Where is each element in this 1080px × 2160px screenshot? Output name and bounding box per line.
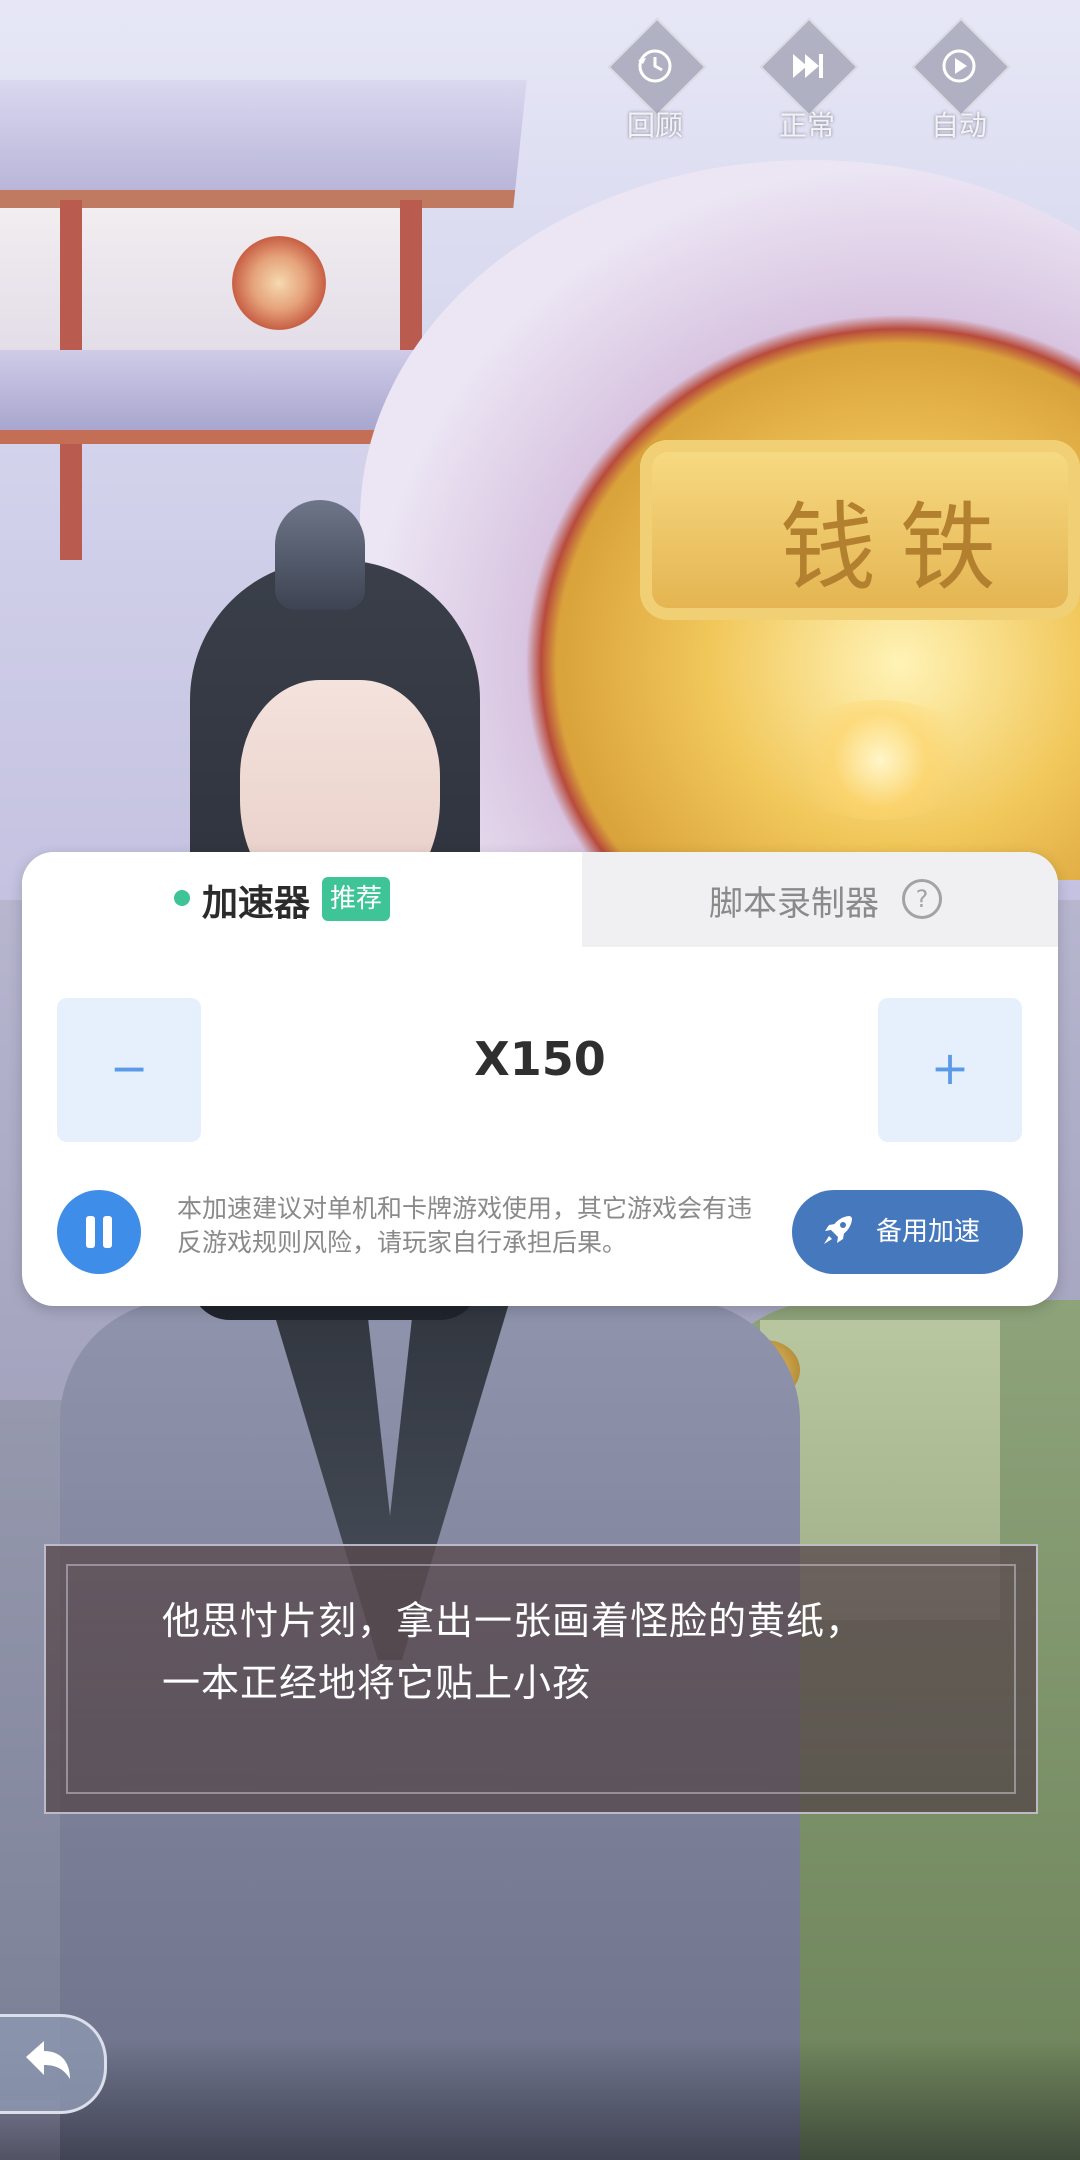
- coin-ornament: [232, 236, 326, 330]
- dialogue-line-2: 一本正经地将它贴上小孩: [162, 1661, 592, 1705]
- backup-accelerate-label: 备用加速: [876, 1217, 981, 1247]
- back-arrow-icon: [18, 2033, 78, 2093]
- recommend-badge: 推荐: [322, 877, 391, 921]
- auto-label: 自动: [930, 109, 987, 142]
- active-dot-icon: [174, 890, 190, 906]
- tab-accelerator-label: 加速器: [202, 883, 311, 924]
- pause-icon: [86, 1216, 95, 1248]
- history-icon: [600, 46, 710, 95]
- risk-notice: 本加速建议对单机和卡牌游戏使用，其它游戏会有违反游戏规则风险，请玩家自行承担后果…: [177, 1194, 753, 1257]
- help-icon[interactable]: ?: [902, 879, 942, 919]
- normal-speed-button[interactable]: 正常: [752, 17, 862, 142]
- accelerator-panel: 加速器 推荐 脚本录制器 ? − X150 + 本加速建议对单机和卡牌游戏使用，…: [22, 852, 1058, 1306]
- backup-accelerate-button[interactable]: 备用加速: [792, 1190, 1023, 1274]
- increase-speed-button[interactable]: +: [878, 998, 1022, 1142]
- panel-tab-bar: 加速器 推荐 脚本录制器 ?: [22, 852, 1058, 947]
- light-glow: [780, 700, 980, 820]
- dialogue-line-1: 他思忖片刻，拿出一张画着怪脸的黄纸，: [162, 1599, 865, 1643]
- rocket-icon: [818, 1212, 858, 1252]
- bottom-shade: [0, 2040, 1080, 2160]
- pavilion-roof: [0, 80, 527, 208]
- tab-script-recorder-label: 脚本录制器: [709, 884, 879, 924]
- normal-label: 正常: [778, 109, 835, 142]
- review-button[interactable]: 回顾: [600, 17, 710, 142]
- review-label: 回顾: [626, 109, 683, 142]
- speed-multiplier-value: X150: [474, 1032, 606, 1086]
- fast-forward-icon: [752, 46, 862, 95]
- back-button[interactable]: [0, 2014, 107, 2114]
- shop-plaque-text: 钱铁: [780, 492, 1020, 604]
- play-icon: [904, 46, 1014, 95]
- character-hair-crown: [275, 500, 365, 610]
- auto-play-button[interactable]: 自动: [904, 17, 1014, 142]
- dialogue-box[interactable]: 他思忖片刻，拿出一张画着怪脸的黄纸， 一本正经地将它贴上小孩: [44, 1544, 1038, 1814]
- pause-icon: [103, 1216, 112, 1248]
- pause-button[interactable]: [57, 1190, 141, 1274]
- decrease-speed-button[interactable]: −: [57, 998, 201, 1142]
